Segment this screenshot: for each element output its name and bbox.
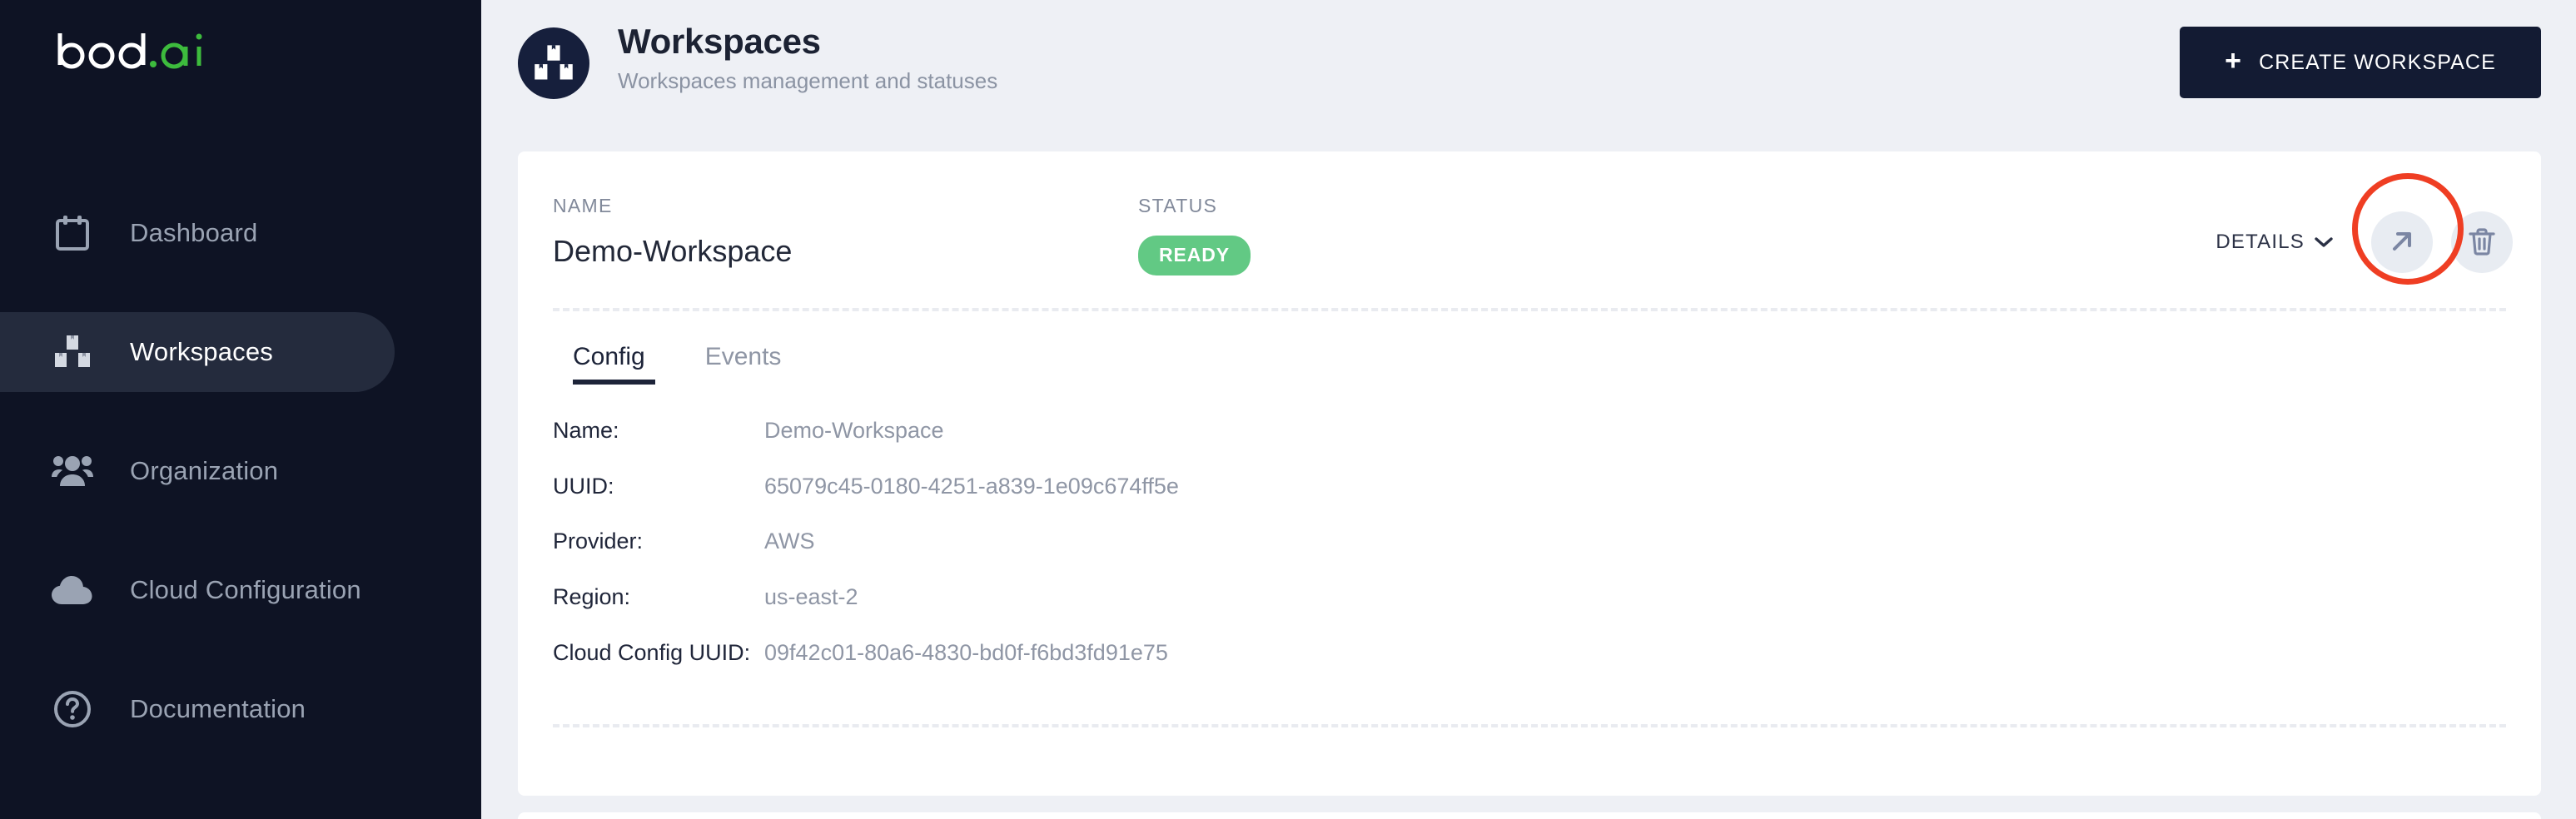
arrow-up-right-icon [2388,227,2416,258]
config-label: Cloud Config UUID: [553,639,751,665]
config-value: AWS [764,529,815,554]
status-badge: READY [1138,236,1251,275]
sidebar-item-cloud-configuration[interactable]: Cloud Configuration [0,550,481,630]
boxes-icon [48,328,97,376]
page-header: Workspaces Workspaces management and sta… [481,0,2576,122]
sidebar: Dashboard Workspaces Organization Cloud … [0,0,481,819]
config-row: Provider: AWS [553,527,1718,557]
people-icon [48,447,97,495]
status-column-heading: STATUS [1138,195,1218,216]
tab-events[interactable]: Events [675,343,812,385]
create-workspace-label: CREATE WORKSPACE [2259,50,2496,74]
calendar-icon [48,209,97,257]
chevron-down-icon [2315,231,2333,254]
boxes-icon [518,27,589,99]
page-subtitle: Workspaces management and statuses [618,68,998,94]
config-row: Cloud Config UUID: 09f42c01-80a6-4830-bd… [553,638,1718,668]
workspace-tabs: Config Events [553,343,811,385]
config-value: 65079c45-0180-4251-a839-1e09c674ff5e [764,473,1179,499]
sidebar-item-documentation[interactable]: Documentation [0,669,481,749]
config-row: Name: Demo-Workspace [553,416,1718,446]
plus-icon: + [2225,45,2243,77]
trash-icon [2468,226,2496,259]
sidebar-item-label: Documentation [130,694,306,723]
details-label: DETAILS [2215,231,2305,253]
page-title: Workspaces [618,22,821,61]
sidebar-item-label: Cloud Configuration [130,575,361,604]
workspace-card-next[interactable] [518,812,2541,819]
sidebar-item-organization[interactable]: Organization [0,431,481,511]
config-detail-list: Name: Demo-Workspace UUID: 65079c45-0180… [553,416,1718,693]
workspace-status-column: STATUS READY [1138,195,1251,275]
config-row: UUID: 65079c45-0180-4251-a839-1e09c674ff… [553,472,1718,502]
question-circle-icon [48,685,97,733]
bodo-ai-logo [52,23,218,83]
divider-top [553,308,2506,311]
main-content: Workspaces Workspaces management and sta… [481,0,2576,819]
workspace-card: NAME Demo-Workspace STATUS READY DETAILS [518,151,2541,796]
sidebar-item-label: Dashboard [130,218,258,247]
tab-config[interactable]: Config [553,343,675,385]
create-workspace-button[interactable]: + CREATE WORKSPACE [2180,27,2541,98]
workspace-name-value: Demo-Workspace [553,234,793,268]
config-row: Region: us-east-2 [553,583,1718,613]
config-label: Name: [553,418,619,443]
sidebar-item-workspaces[interactable]: Workspaces [0,312,395,392]
details-toggle-button[interactable]: DETAILS [2215,231,2333,254]
config-value: Demo-Workspace [764,418,944,443]
workspace-card-actions: DETAILS [2215,211,2513,273]
config-label: Provider: [553,529,644,554]
config-label: Region: [553,583,631,609]
cloud-icon [48,566,97,614]
header-text-block: Workspaces Workspaces management and sta… [618,22,997,94]
sidebar-nav: Dashboard Workspaces Organization Cloud … [0,193,481,749]
config-value: 09f42c01-80a6-4830-bd0f-f6bd3fd91e75 [764,639,1168,665]
config-label: UUID: [553,473,614,499]
divider-bottom [553,724,2506,727]
workspace-name-column: NAME Demo-Workspace [553,195,792,269]
config-value: us-east-2 [764,583,858,609]
name-column-heading: NAME [553,195,613,216]
sidebar-item-dashboard[interactable]: Dashboard [0,193,481,273]
launch-workspace-button[interactable] [2371,211,2433,273]
sidebar-item-label: Organization [130,456,279,485]
sidebar-item-label: Workspaces [130,337,273,366]
delete-workspace-button[interactable] [2451,211,2513,273]
workspace-card-header: NAME Demo-Workspace STATUS READY DETAILS [518,151,2541,308]
